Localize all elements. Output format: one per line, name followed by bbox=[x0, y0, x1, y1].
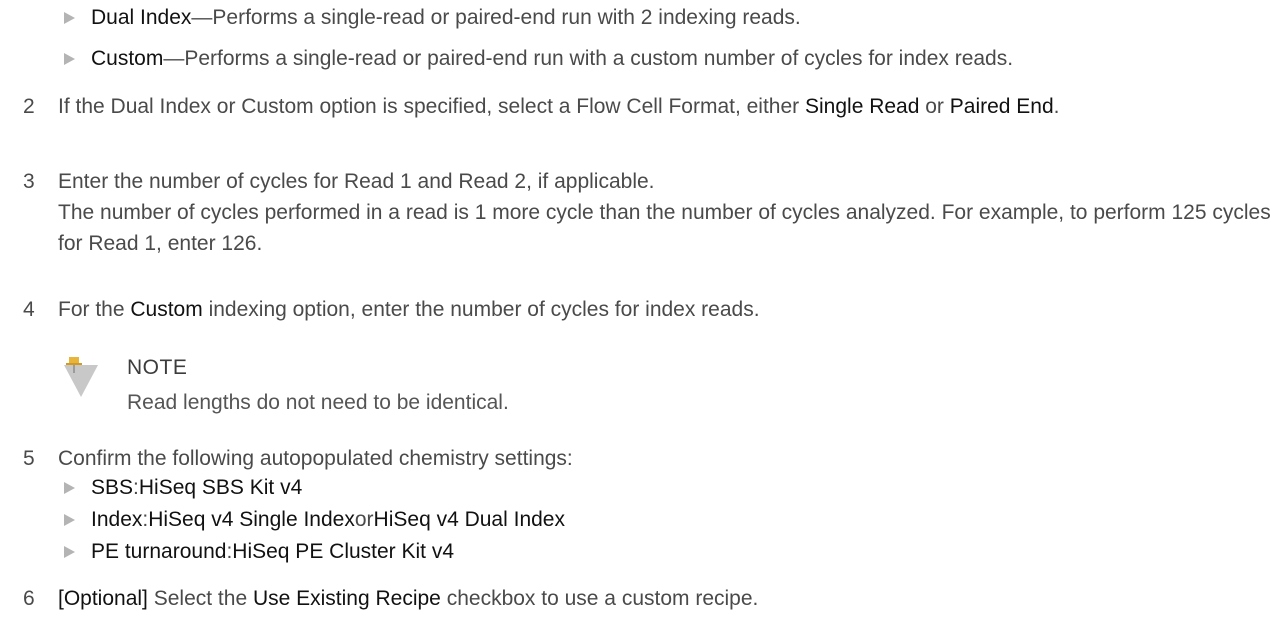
document-page: Dual Index —Performs a single-read or pai… bbox=[0, 0, 1285, 621]
triangle-bullet-icon bbox=[64, 546, 75, 558]
step-text-line: Enter the number of cycles for Read 1 an… bbox=[58, 170, 655, 193]
setting-label: SBS bbox=[91, 476, 134, 499]
step-text: Confirm the following autopopulated chem… bbox=[58, 447, 573, 470]
setting-value: HiSeq SBS Kit v4 bbox=[138, 476, 303, 499]
step-text-bold: Custom bbox=[130, 298, 203, 321]
step-number: 3 bbox=[23, 170, 35, 193]
note-title: NOTE bbox=[127, 356, 188, 379]
triangle-bullet-icon bbox=[64, 12, 75, 24]
triangle-bullet-icon bbox=[64, 53, 75, 65]
step-text-part: Select the bbox=[147, 587, 253, 610]
setting-label: Index bbox=[91, 508, 143, 531]
step-text-bold: Use Existing Recipe bbox=[252, 587, 441, 610]
setting-sep: or bbox=[354, 508, 374, 531]
bullet-index: Index: HiSeq v4 Single Index or HiSeq v4… bbox=[64, 505, 565, 535]
triangle-bullet-icon bbox=[64, 514, 75, 526]
step-text-bold: [Optional] bbox=[58, 587, 148, 610]
bullet-text: —Performs a single-read or paired-end ru… bbox=[191, 6, 801, 29]
setting-value: HiSeq v4 Single Index bbox=[148, 508, 355, 531]
note-body: Read lengths do not need to be identical… bbox=[127, 391, 509, 414]
bullet-sbs: SBS: HiSeq SBS Kit v4 bbox=[64, 473, 302, 503]
step-text: Enter the number of cycles for Read 1 an… bbox=[58, 166, 1271, 259]
setting-value: HiSeq PE Cluster Kit v4 bbox=[232, 540, 455, 563]
step-text-part: . bbox=[1053, 95, 1060, 118]
bullet-custom: Custom —Performs a single-read or paired-… bbox=[64, 44, 1013, 74]
step-number: 6 bbox=[23, 587, 35, 610]
bullet-dual-index: Dual Index —Performs a single-read or pai… bbox=[64, 3, 801, 33]
triangle-bullet-icon bbox=[64, 482, 75, 494]
bullet-bold: Dual Index bbox=[91, 6, 192, 29]
step-text-line: The number of cycles performed in a read… bbox=[58, 201, 1271, 255]
setting-value: HiSeq v4 Dual Index bbox=[373, 508, 565, 531]
step-text-bold: Single Read bbox=[805, 95, 920, 118]
bullet-text: —Performs a single-read or paired-end ru… bbox=[163, 47, 1014, 70]
step-number: 5 bbox=[23, 447, 35, 470]
step-text-bold: Paired End bbox=[949, 95, 1054, 118]
bullet-pe-turnaround: PE turnaround: HiSeq PE Cluster Kit v4 bbox=[64, 537, 454, 567]
step-text-part: indexing option, enter the number of cyc… bbox=[202, 298, 760, 321]
setting-label: PE turnaround bbox=[91, 540, 227, 563]
pushpin-note-icon bbox=[64, 357, 98, 397]
step-text-part: checkbox to use a custom recipe. bbox=[440, 587, 759, 610]
step-text: If the Dual Index or Custom option is sp… bbox=[58, 91, 1271, 122]
step-text-part: If the Dual Index or Custom option is sp… bbox=[58, 95, 805, 118]
step-number: 4 bbox=[23, 298, 35, 321]
step-text-part: or bbox=[919, 95, 950, 118]
step-text-part: For the bbox=[58, 298, 131, 321]
step-text: For the Custom indexing option, enter th… bbox=[58, 294, 1271, 325]
step-text: [Optional] Select the Use Existing Recip… bbox=[58, 583, 1271, 614]
step-number: 2 bbox=[23, 95, 35, 118]
bullet-bold: Custom bbox=[91, 47, 164, 70]
